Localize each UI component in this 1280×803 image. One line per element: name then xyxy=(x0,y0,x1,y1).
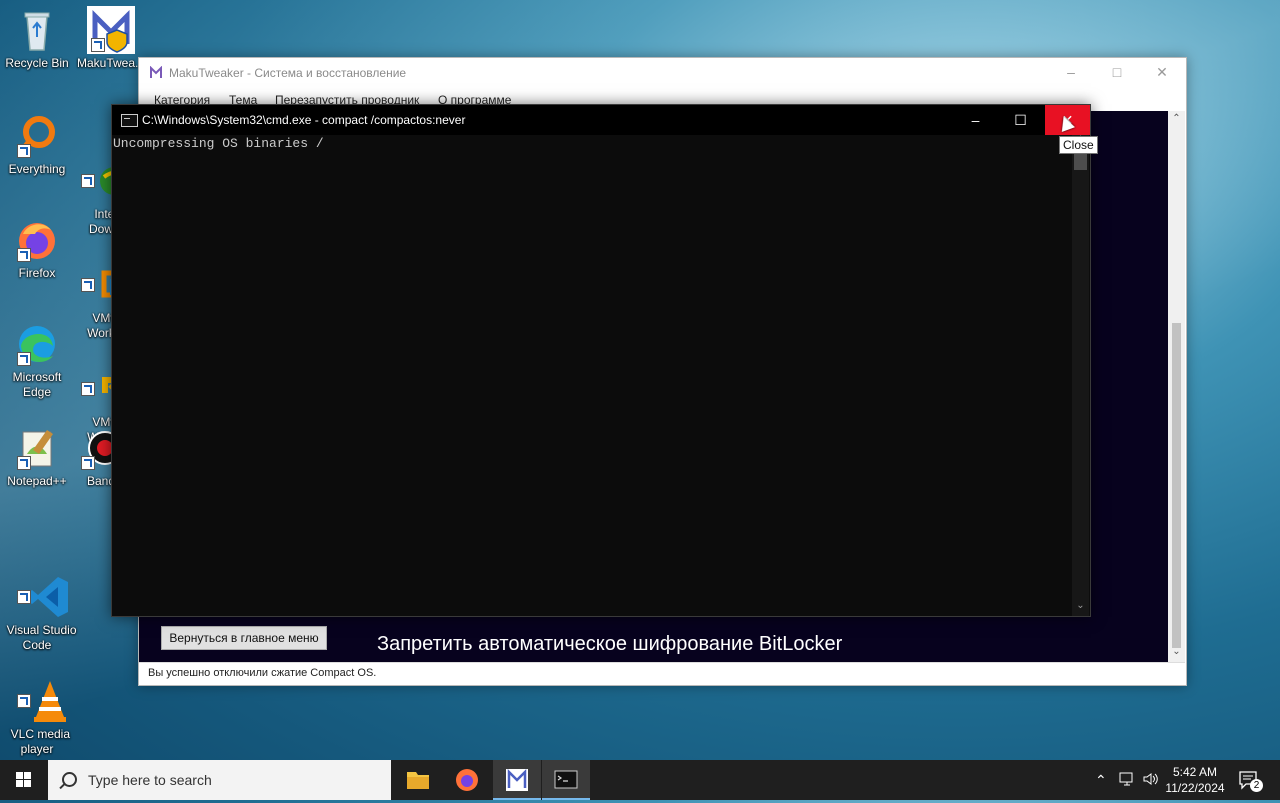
desktop-icon-vlc[interactable]: VLC media player xyxy=(0,632,74,757)
cmd-titlebar[interactable]: C:\Windows\System32\cmd.exe - compact /c… xyxy=(112,105,1090,135)
status-text: Вы успешно отключили сжатие Compact OS. xyxy=(148,667,377,679)
cmd-output: Uncompressing OS binaries / xyxy=(113,136,324,151)
vlc-icon xyxy=(13,662,67,722)
desktop-icon-everything[interactable]: Everything xyxy=(0,112,74,177)
desktop-icon-notepadpp[interactable]: Notepad++ xyxy=(0,424,74,489)
maku-minimize-button[interactable]: – xyxy=(1048,58,1094,88)
edge-icon xyxy=(13,320,61,368)
cmd-scroll-down-icon[interactable]: ⌄ xyxy=(1072,600,1089,611)
clock[interactable]: 5:42 AM 11/22/2024 xyxy=(1160,764,1230,796)
desktop-icon-recycle-bin[interactable]: Recycle Bin xyxy=(0,6,74,71)
firefox-taskbar-icon xyxy=(456,769,478,791)
cmd-minimize-button[interactable]: – xyxy=(953,105,998,135)
show-hidden-icons-chevron-icon[interactable]: ⌃ xyxy=(1095,772,1107,789)
everything-label: Everything xyxy=(8,162,66,176)
makutweaker-taskbar-icon xyxy=(506,768,528,791)
cmd-title: C:\Windows\System32\cmd.exe - compact /c… xyxy=(142,113,466,127)
makutweaker-label: MakuTwea... xyxy=(76,56,146,70)
search-icon xyxy=(62,772,77,787)
everything-icon xyxy=(13,112,61,160)
cmd-scrollbar[interactable]: ⌃ ⌄ xyxy=(1072,135,1089,616)
search-placeholder: Type here to search xyxy=(88,772,212,788)
scroll-up-icon[interactable]: ⌃ xyxy=(1168,113,1185,124)
notepadpp-label: Notepad++ xyxy=(7,474,67,488)
taskbar-search-box[interactable]: Type here to search xyxy=(48,760,391,800)
cmd-app-icon xyxy=(121,114,138,127)
makutweaker-title: MakuTweaker - Система и восстановление xyxy=(169,66,407,80)
desktop-icon-firefox[interactable]: Firefox xyxy=(0,216,74,281)
maku-close-button[interactable]: ✕ xyxy=(1139,58,1185,88)
close-tooltip: Close xyxy=(1059,136,1098,154)
firefox-label: Firefox xyxy=(18,266,56,280)
taskbar-firefox[interactable] xyxy=(443,760,491,800)
file-explorer-icon xyxy=(407,772,429,789)
desktop-icon-makutweaker[interactable]: MakuTwea... xyxy=(74,6,148,71)
notepadpp-icon xyxy=(13,424,61,472)
makutweaker-statusbar: Вы успешно отключили сжатие Compact OS. xyxy=(139,662,1185,685)
bitlocker-label: Запретить автоматическое шифрование BitL… xyxy=(377,633,843,655)
taskbar-cmd[interactable] xyxy=(542,760,590,800)
notification-count-badge: 2 xyxy=(1250,779,1263,792)
maku-scrollbar[interactable]: ⌃ ⌄ xyxy=(1168,111,1185,662)
taskbar: Type here to search ⌃ 5:42 AM 11/22/2024… xyxy=(0,760,1280,800)
maku-scroll-thumb[interactable] xyxy=(1172,323,1181,648)
recycle-bin-icon xyxy=(13,6,61,54)
notification-center-button[interactable]: 2 xyxy=(1238,770,1263,793)
desktop-icon-edge[interactable]: Microsoft Edge xyxy=(0,320,74,400)
network-icon[interactable] xyxy=(1118,771,1136,790)
maku-maximize-button[interactable]: □ xyxy=(1094,58,1140,88)
makutweaker-logo-icon xyxy=(149,65,163,80)
taskbar-file-explorer[interactable] xyxy=(394,760,442,800)
makutweaker-icon xyxy=(87,6,135,54)
cmd-maximize-button[interactable]: ☐ xyxy=(998,105,1043,135)
cmd-window: C:\Windows\System32\cmd.exe - compact /c… xyxy=(111,104,1091,617)
start-button[interactable] xyxy=(0,760,48,800)
clock-time: 5:42 AM xyxy=(1172,765,1218,779)
recycle-bin-label: Recycle Bin xyxy=(5,56,69,70)
makutweaker-titlebar[interactable]: MakuTweaker - Система и восстановление –… xyxy=(139,58,1186,88)
volume-icon[interactable] xyxy=(1142,771,1160,790)
cmd-scroll-thumb[interactable] xyxy=(1074,153,1087,170)
back-to-main-menu-button[interactable]: Вернуться в главное меню xyxy=(161,626,327,650)
vscode-icon xyxy=(13,558,69,617)
edge-label: Microsoft Edge xyxy=(12,370,62,399)
taskbar-makutweaker[interactable] xyxy=(493,760,541,800)
clock-date: 11/22/2024 xyxy=(1165,781,1225,795)
scroll-down-icon[interactable]: ⌄ xyxy=(1168,646,1185,657)
cmd-taskbar-icon xyxy=(554,770,578,789)
firefox-icon xyxy=(13,216,61,264)
